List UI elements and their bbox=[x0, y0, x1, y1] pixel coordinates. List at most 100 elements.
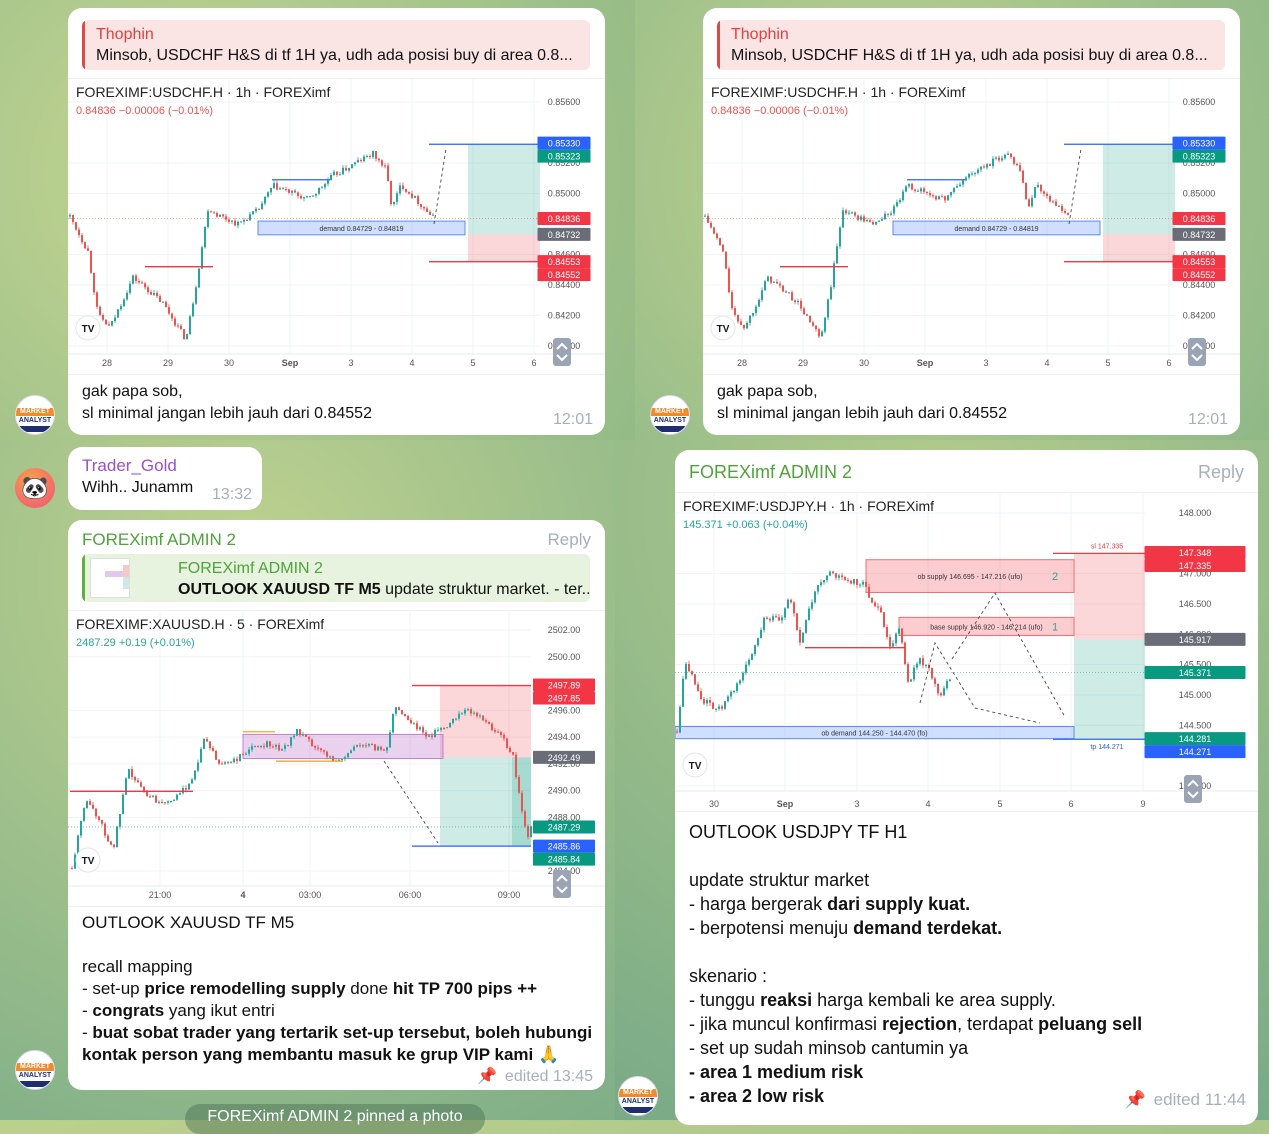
candle bbox=[93, 272, 95, 295]
candle bbox=[161, 799, 163, 804]
chart-quote: 0.84836 −0.00006 (−0.01%) bbox=[76, 105, 213, 117]
price-chart[interactable]: demand 0.84729 - 0.848190.856000.852000.… bbox=[703, 79, 1240, 376]
candle bbox=[1004, 153, 1006, 160]
candle bbox=[392, 713, 394, 734]
loss-zone[interactable] bbox=[1103, 234, 1175, 262]
candle bbox=[887, 213, 889, 217]
candle bbox=[333, 169, 335, 177]
candle bbox=[285, 186, 287, 192]
chart-image[interactable]: 2502.00 2500.00 2496.00 2494.00 2492.00 2490.… bbox=[68, 610, 605, 907]
candle bbox=[150, 289, 152, 295]
candle bbox=[180, 323, 182, 330]
message-bubble-xauusd[interactable]: FOREXimf ADMIN 2 Reply FOREXimf ADMIN 2 … bbox=[68, 520, 605, 1090]
projection-arrow[interactable] bbox=[383, 760, 439, 844]
price-tag: 145.371 bbox=[1144, 665, 1246, 679]
avatar-trader-gold[interactable]: 🐼 bbox=[15, 468, 55, 508]
sender-name[interactable]: FOREXimf ADMIN 2 bbox=[82, 530, 236, 550]
candle bbox=[716, 232, 718, 240]
loss-zone[interactable] bbox=[1074, 553, 1145, 640]
avatar-market-analyst[interactable]: MARKET ANALYST bbox=[15, 1050, 55, 1090]
message-bubble-usdchf[interactable]: Thophin Minsob, USDCHF H&S di tf 1H ya, … bbox=[68, 8, 605, 435]
tradingview-logo-icon[interactable]: TV bbox=[710, 315, 736, 341]
avatar-market-analyst[interactable]: MARKET ANALYST bbox=[15, 395, 55, 435]
candle bbox=[1019, 162, 1021, 173]
price-tag: 144.281 bbox=[1144, 732, 1246, 746]
projection-arrow[interactable] bbox=[433, 148, 447, 225]
x-tick-label: 3 bbox=[854, 799, 859, 809]
scroll-toggle-button[interactable] bbox=[553, 870, 571, 898]
price-chart[interactable]: ob supply 146.695 - 147.216 (ufo) 2 base s… bbox=[675, 493, 1258, 813]
quoted-reply[interactable]: Thophin Minsob, USDCHF H&S di tf 1H ya, … bbox=[82, 20, 590, 70]
candle bbox=[140, 780, 142, 788]
candle bbox=[755, 304, 757, 316]
y-tick-label: 2494.00 bbox=[548, 732, 581, 742]
projection-arrow[interactable] bbox=[1068, 148, 1082, 225]
candle bbox=[155, 794, 157, 804]
price-tag: 145.917 bbox=[1144, 632, 1246, 646]
price-chart[interactable]: 2502.002500.002496.002494.002492.002490.… bbox=[68, 611, 605, 908]
candle bbox=[962, 179, 964, 188]
candle bbox=[959, 182, 961, 188]
message-bubble-usdjpy[interactable]: FOREXimf ADMIN 2 Reply ob supply 146.695… bbox=[675, 450, 1258, 1125]
candle bbox=[808, 606, 810, 621]
price-tag-label: 0.85330 bbox=[548, 139, 581, 149]
message-line: recall mapping bbox=[82, 956, 592, 978]
price-tag: 147.335 bbox=[1144, 559, 1246, 573]
scenario-arrow-2[interactable] bbox=[919, 641, 1041, 724]
candle bbox=[311, 738, 313, 747]
scroll-toggle-button[interactable] bbox=[1184, 775, 1202, 803]
message-bubble-trader-gold[interactable]: Trader_Gold Wihh.. Junamm 13:32 bbox=[68, 447, 262, 510]
scroll-toggle-button[interactable] bbox=[1188, 338, 1206, 366]
message-bubble-usdchf[interactable]: Thophin Minsob, USDCHF H&S di tf 1H ya, … bbox=[703, 8, 1240, 435]
reply-button[interactable]: Reply bbox=[548, 530, 591, 550]
message-segment: peluang sell bbox=[1038, 1014, 1143, 1034]
price-tag-label: 2485.84 bbox=[548, 855, 581, 865]
tradingview-logo-icon[interactable]: TV bbox=[75, 315, 101, 341]
reply-button[interactable]: Reply bbox=[1198, 462, 1244, 483]
candle bbox=[839, 226, 841, 249]
sender-name[interactable]: FOREXimf ADMIN 2 bbox=[689, 462, 852, 483]
candle bbox=[706, 698, 708, 707]
candle bbox=[826, 575, 828, 583]
message-segment: - area 1 medium risk bbox=[689, 1062, 864, 1082]
candle bbox=[781, 615, 783, 624]
sender-name[interactable]: Trader_Gold bbox=[82, 456, 177, 476]
quoted-reply[interactable]: Thophin Minsob, USDCHF H&S di tf 1H ya, … bbox=[717, 20, 1225, 70]
candle bbox=[222, 213, 224, 219]
pinned-notice[interactable]: FOREXimf ADMIN 2 pinned a photo bbox=[185, 1104, 485, 1134]
candle bbox=[793, 601, 795, 617]
tradingview-logo-icon[interactable]: TV bbox=[682, 752, 708, 778]
avatar-market-analyst[interactable]: MARKET ANALYST bbox=[650, 395, 690, 435]
reply-author: Thophin bbox=[96, 26, 154, 43]
candle bbox=[243, 217, 245, 225]
price-chart[interactable]: demand 0.84729 - 0.848190.856000.852000.… bbox=[68, 79, 605, 376]
quoted-reply[interactable]: FOREXimf ADMIN 2 OUTLOOK XAUUSD TF M5 up… bbox=[82, 554, 590, 602]
message-time: 13:32 bbox=[212, 486, 253, 503]
candle bbox=[830, 284, 832, 300]
loss-zone[interactable] bbox=[468, 234, 540, 262]
candle bbox=[113, 844, 115, 849]
candle bbox=[989, 163, 991, 167]
chart-image[interactable]: demand 0.84729 - 0.84819 0.85600 0.85200 0.… bbox=[703, 78, 1240, 375]
candle bbox=[390, 180, 392, 206]
chart-image[interactable]: demand 0.84729 - 0.84819 0.85600 0.85200 0.… bbox=[68, 78, 605, 375]
tradingview-logo-icon[interactable]: TV bbox=[75, 847, 101, 873]
profit-zone[interactable] bbox=[1074, 639, 1145, 740]
candle bbox=[818, 327, 820, 339]
candle bbox=[216, 211, 218, 218]
line-label: tp 144.271 bbox=[1090, 744, 1123, 751]
candle bbox=[404, 713, 406, 717]
avatar-text: MARKET bbox=[16, 408, 54, 416]
message-segment: - tunggu bbox=[689, 990, 761, 1010]
price-tag-label: 2485.86 bbox=[548, 842, 581, 852]
candle bbox=[188, 783, 190, 790]
candle bbox=[402, 182, 404, 191]
price-tag-label: 147.335 bbox=[1179, 561, 1212, 571]
profit-zone[interactable] bbox=[468, 144, 540, 235]
price-tag: 0.85330 bbox=[1172, 136, 1226, 150]
chart-image[interactable]: ob supply 146.695 - 147.216 (ufo) 2 base s… bbox=[675, 492, 1258, 812]
avatar-market-analyst[interactable]: MARKET ANALYST bbox=[618, 1076, 658, 1116]
profit-zone[interactable] bbox=[1103, 144, 1175, 235]
scroll-toggle-button[interactable] bbox=[553, 338, 571, 366]
avatar-text: MARKET bbox=[619, 1089, 657, 1097]
